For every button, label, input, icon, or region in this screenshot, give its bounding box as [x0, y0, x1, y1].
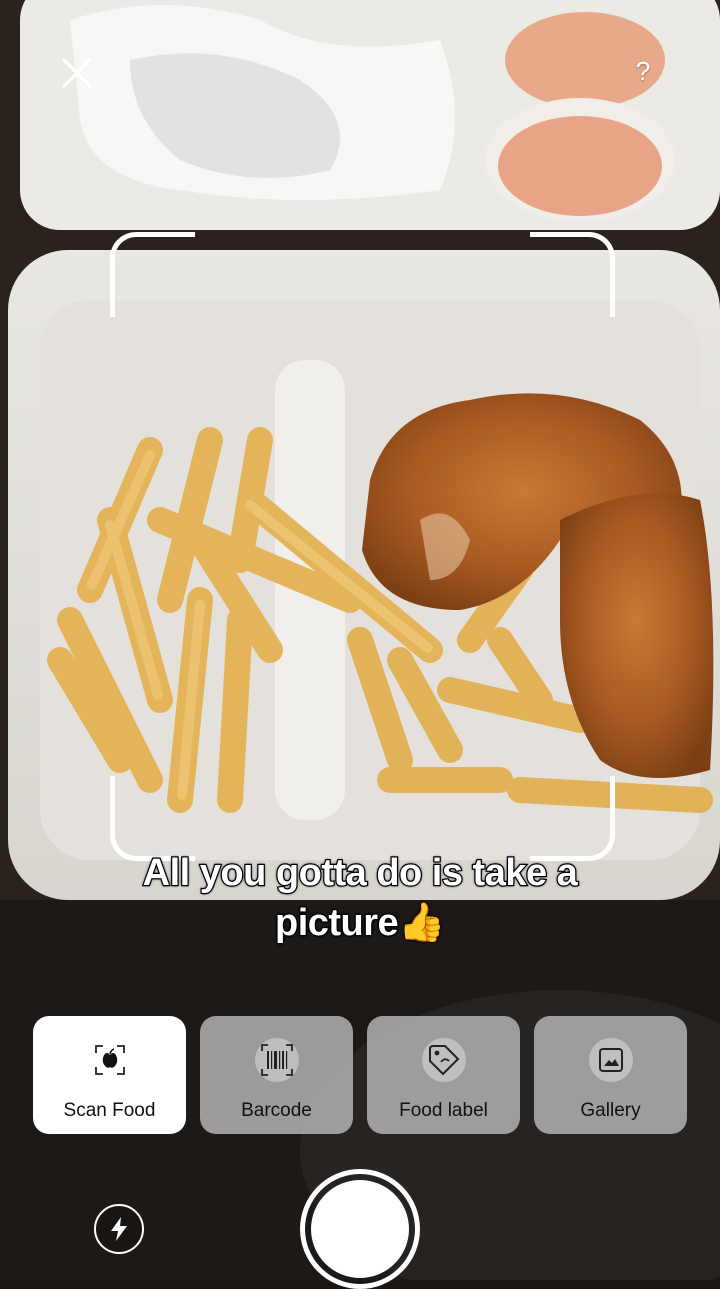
caption-line-1: All you gotta do is take a — [141, 851, 579, 895]
caption-word: picture — [274, 901, 400, 945]
caption-line-2: picture👍 — [40, 898, 680, 948]
flash-toggle-button[interactable] — [94, 1204, 144, 1254]
thumbs-up-emoji: 👍 — [398, 902, 446, 944]
food-label-icon — [421, 1038, 466, 1082]
mode-label: Barcode — [241, 1100, 312, 1121]
mode-gallery[interactable]: Gallery — [534, 1016, 687, 1134]
shutter-inner — [311, 1180, 409, 1278]
gallery-icon — [588, 1038, 633, 1082]
scan-frame-top-right — [530, 232, 615, 317]
help-icon: ? — [635, 56, 651, 86]
mode-label: Scan Food — [63, 1100, 156, 1121]
flash-icon — [111, 1217, 127, 1241]
shutter-button[interactable] — [300, 1169, 420, 1289]
scan-frame-top-left — [110, 232, 195, 317]
scan-mode-selector: Scan Food Barcode Food label Gallery — [33, 1016, 687, 1136]
mode-label: Gallery — [580, 1100, 641, 1121]
mode-food-label[interactable]: Food label — [367, 1016, 520, 1134]
close-icon — [62, 58, 92, 88]
scan-food-icon — [88, 1038, 132, 1082]
mode-barcode[interactable]: Barcode — [200, 1016, 353, 1134]
help-button[interactable]: ? — [620, 48, 666, 94]
mode-label: Food label — [399, 1100, 488, 1121]
barcode-icon — [254, 1038, 299, 1082]
mode-scan-food[interactable]: Scan Food — [33, 1016, 186, 1134]
video-caption: All you gotta do is take a picture👍 — [40, 848, 680, 948]
close-button[interactable] — [50, 46, 104, 100]
